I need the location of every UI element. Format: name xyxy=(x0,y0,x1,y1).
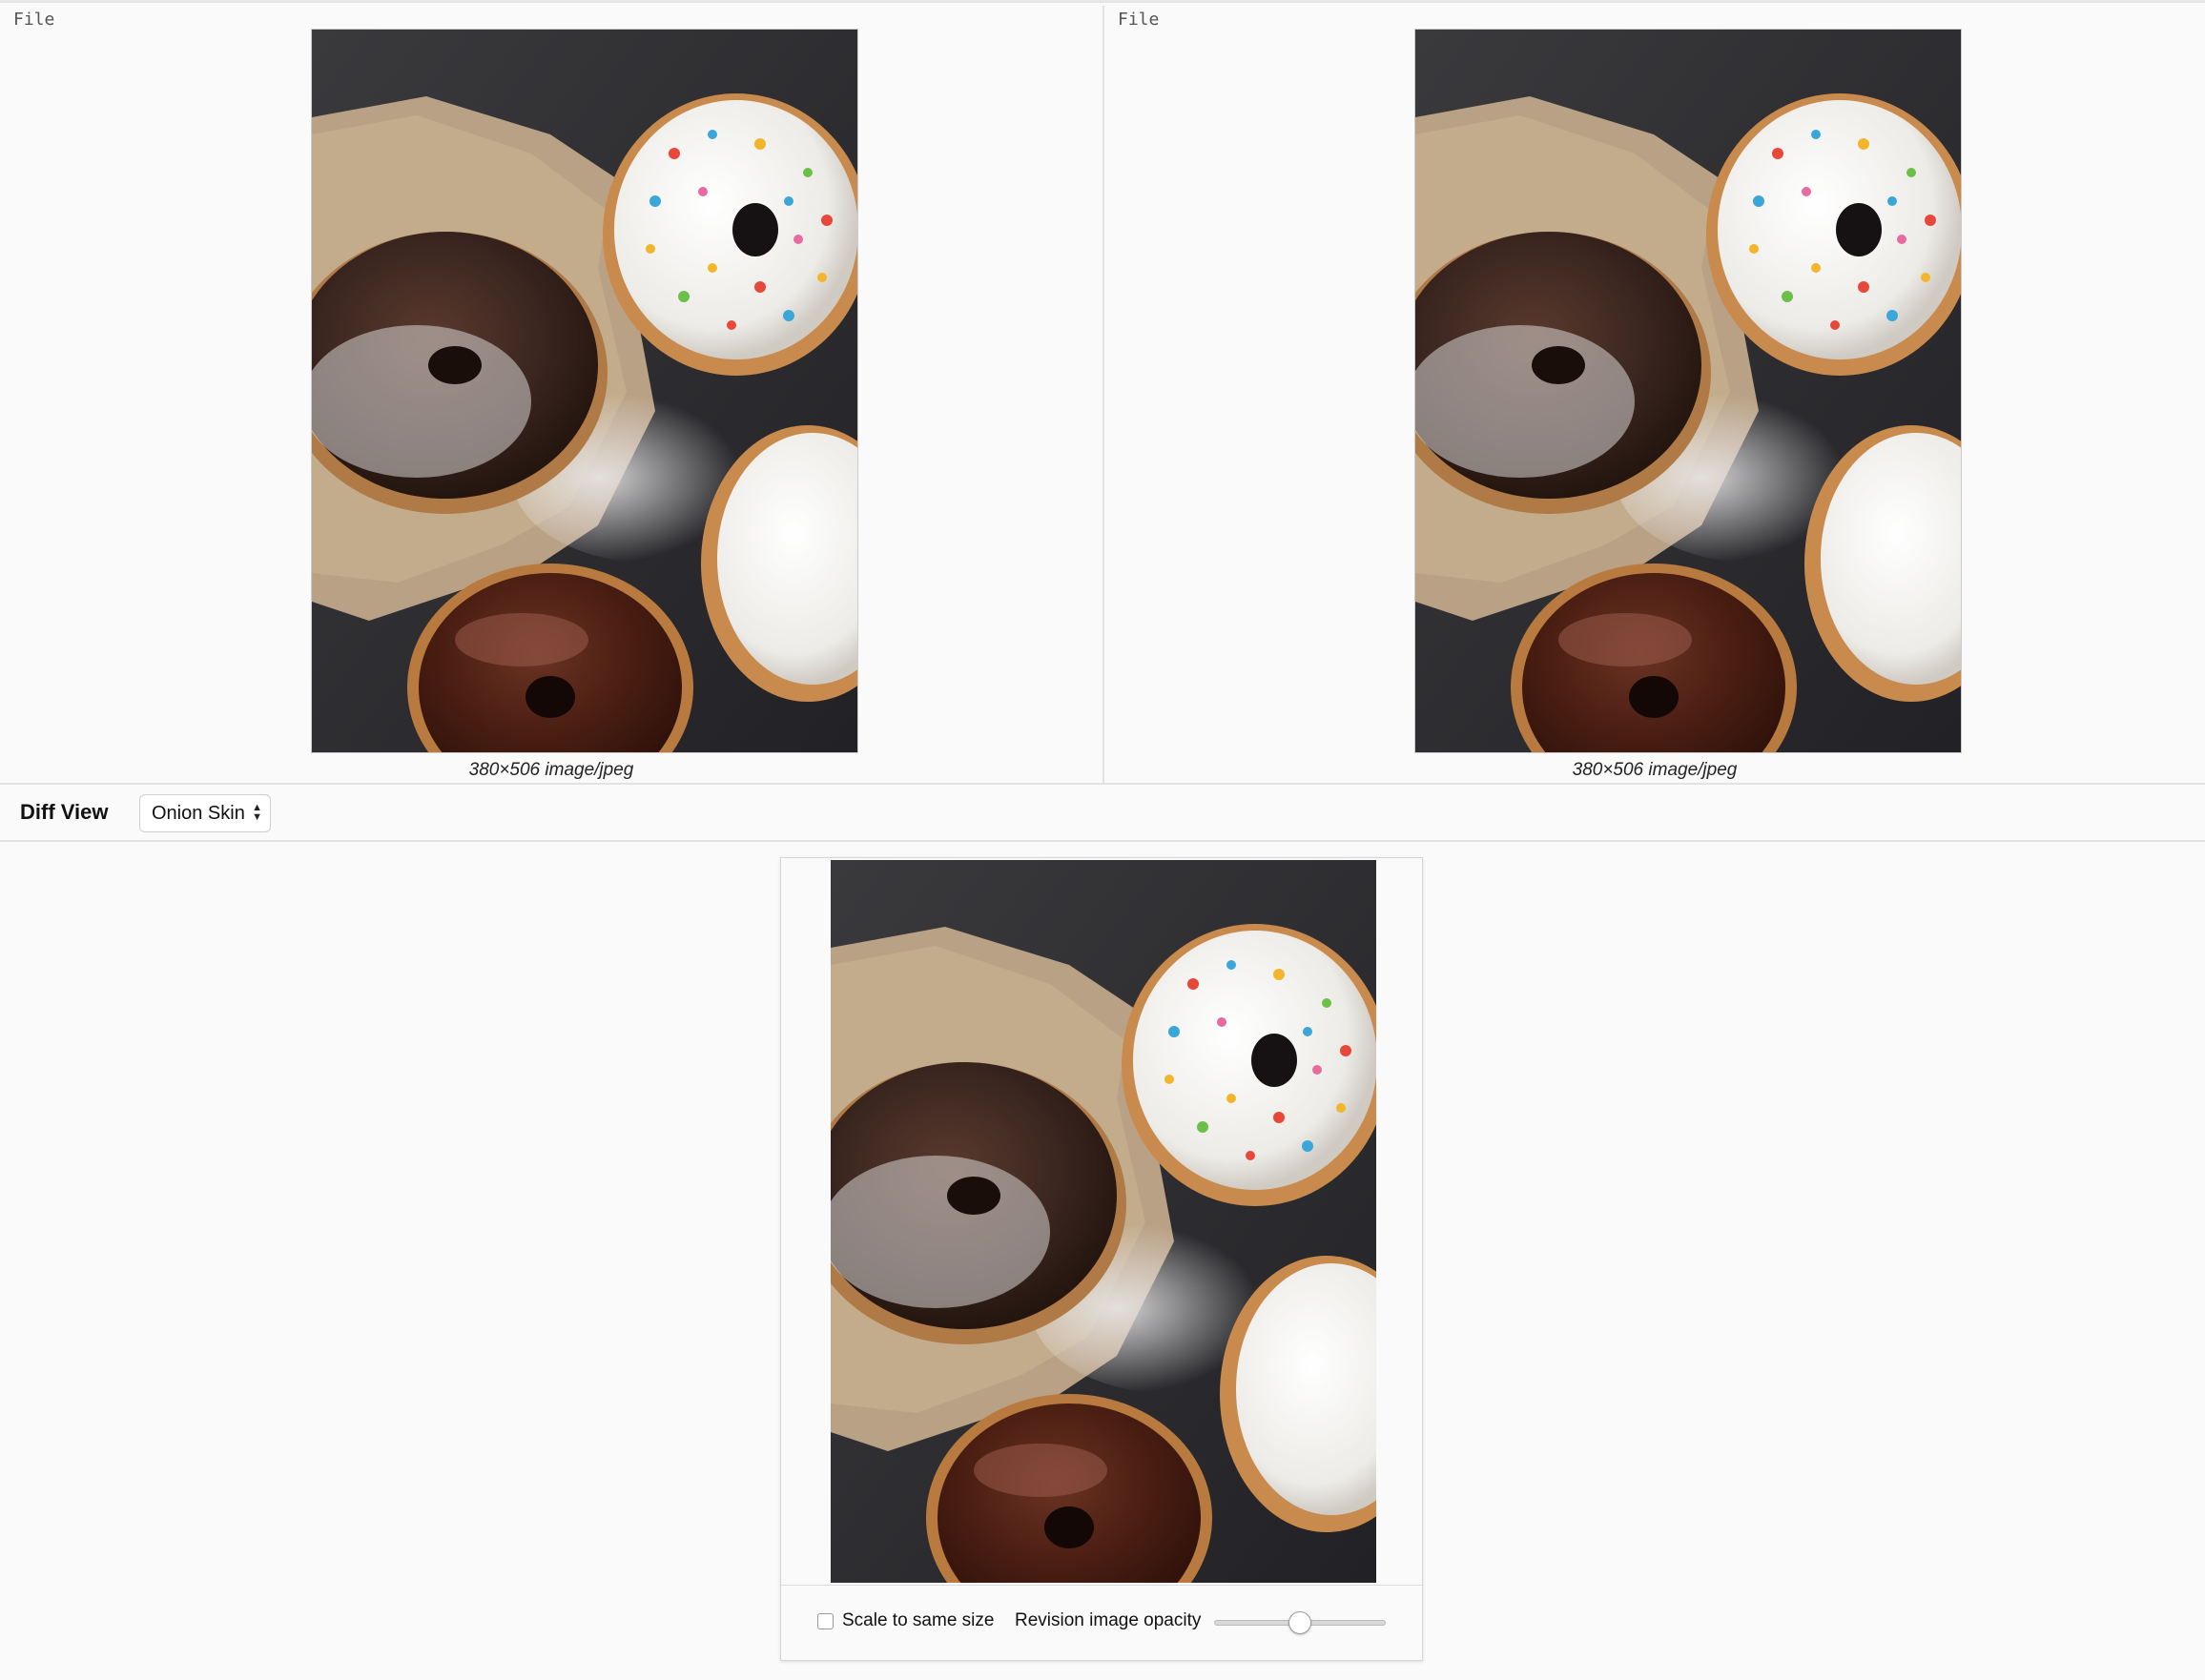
onion-skin-view: Scale to same size Revision image opacit… xyxy=(780,857,1423,1661)
diff-mode-select[interactable]: Onion Skin ▲ ▼ xyxy=(139,794,271,832)
image-compare-panes: File 380×506 image/jpeg File 380×506 ima… xyxy=(0,0,2205,786)
revision-image-caption: 380×506 image/jpeg xyxy=(1572,760,1738,780)
onion-skin-controls: Scale to same size Revision image opacit… xyxy=(781,1585,1422,1662)
revision-pane-label: File xyxy=(1118,10,1160,30)
revision-image-pane: File 380×506 image/jpeg xyxy=(1102,6,2205,786)
base-image-pane: File 380×506 image/jpeg xyxy=(0,6,1102,786)
diff-view-title: Diff View xyxy=(20,800,109,824)
scale-to-same-size-checkbox[interactable] xyxy=(817,1613,834,1629)
onion-skin-image xyxy=(831,860,1376,1583)
revision-image xyxy=(1415,30,1961,752)
diff-view-toolbar: Diff View Onion Skin ▲ ▼ xyxy=(0,783,2205,842)
base-image-caption: 380×506 image/jpeg xyxy=(468,760,634,780)
select-arrows-icon: ▲ ▼ xyxy=(252,802,262,823)
revision-opacity-label: Revision image opacity xyxy=(1015,1610,1202,1630)
revision-opacity-slider-thumb[interactable] xyxy=(1288,1611,1311,1634)
diff-mode-selected-value: Onion Skin xyxy=(152,803,245,824)
base-image xyxy=(312,30,857,752)
base-pane-label: File xyxy=(13,10,55,30)
scale-to-same-size-label: Scale to same size xyxy=(842,1610,995,1630)
